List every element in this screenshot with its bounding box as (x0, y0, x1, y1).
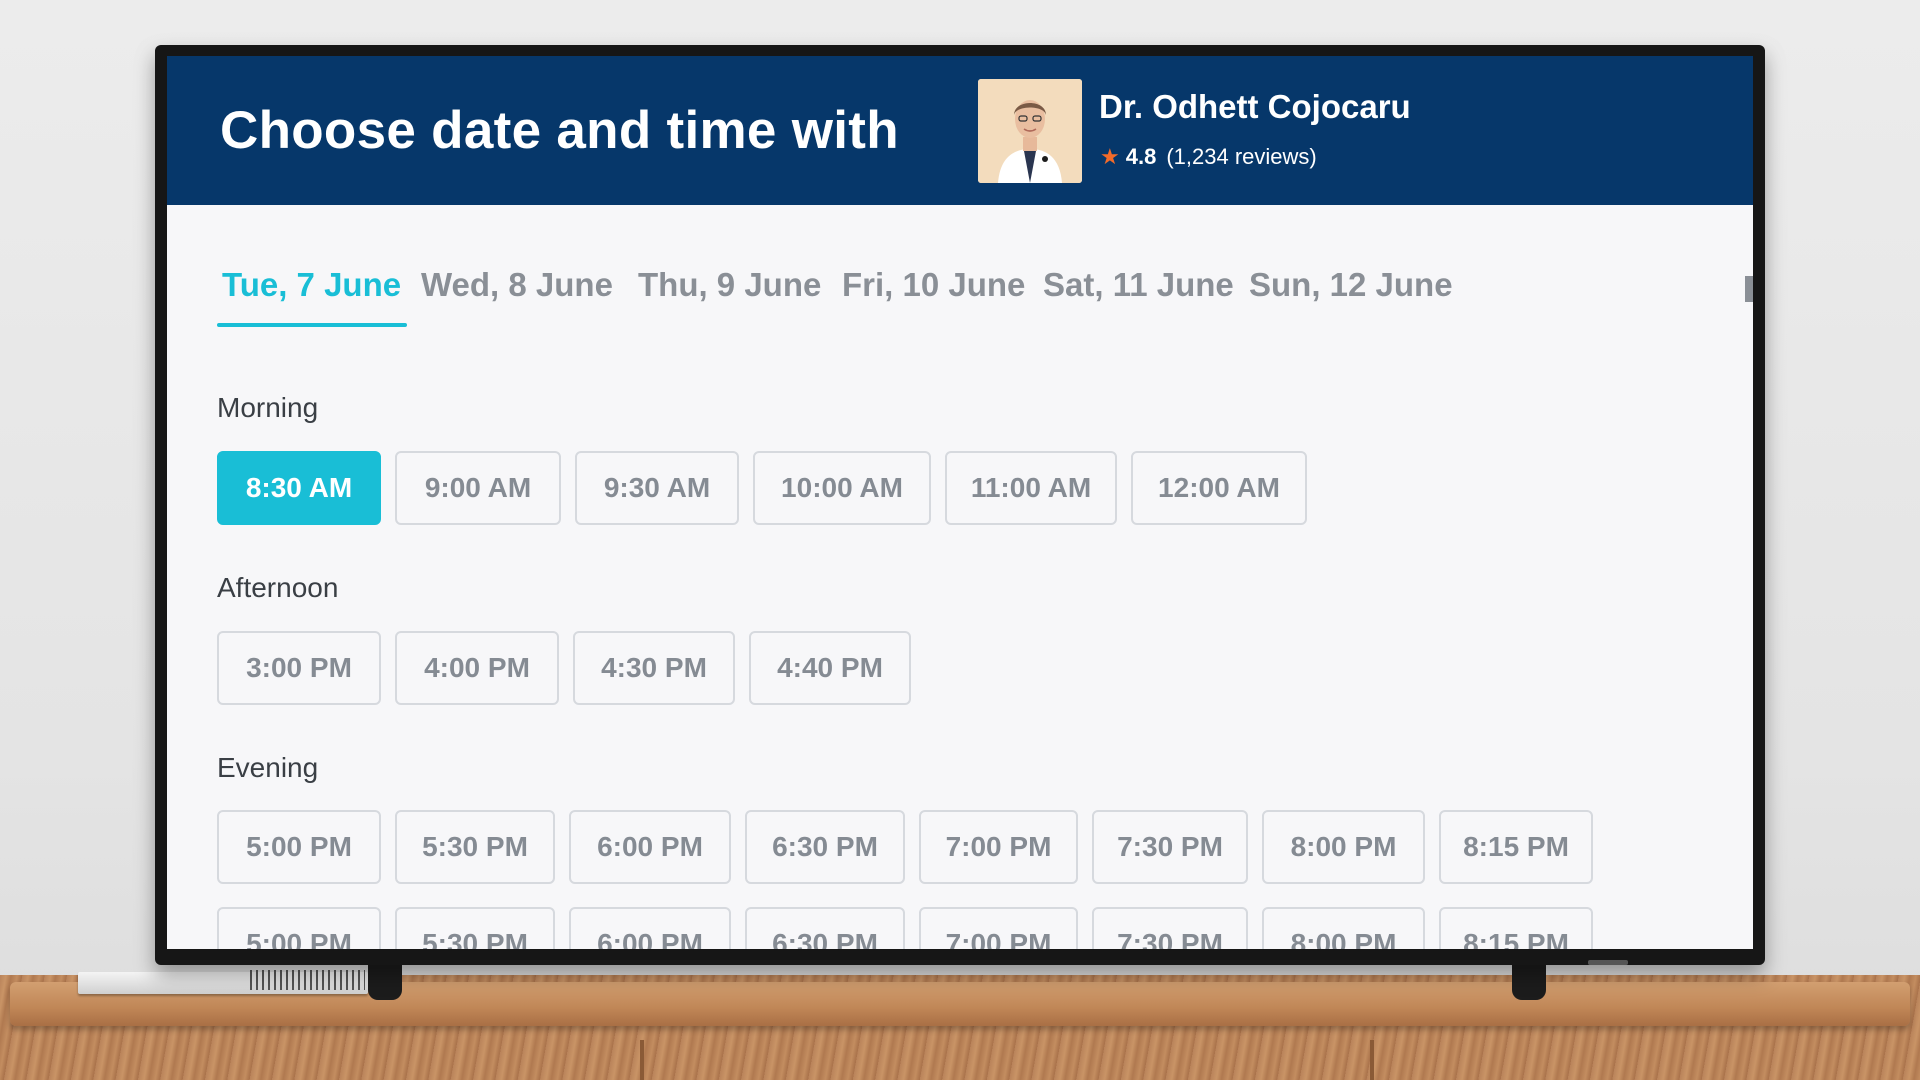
tab-wed-8-june[interactable]: Wed, 8 June (421, 266, 613, 304)
active-tab-indicator (217, 323, 407, 327)
slot-morning-2[interactable]: 9:00 AM (395, 451, 561, 525)
slot-evening-16[interactable]: 8:15 PM (1439, 907, 1593, 949)
doctor-avatar (978, 79, 1082, 183)
review-count: (1,234 reviews) (1166, 144, 1317, 169)
tab-sun-12-june[interactable]: Sun, 12 June (1249, 266, 1453, 304)
afternoon-slots: 3:00 PM 4:00 PM 4:30 PM 4:40 PM (217, 631, 911, 705)
slot-evening-13[interactable]: 7:00 PM (919, 907, 1078, 949)
doctor-rating: ★ 4.8 (1,234 reviews) (1100, 144, 1317, 170)
slot-evening-4[interactable]: 6:30 PM (745, 810, 905, 884)
slot-evening-11[interactable]: 6:00 PM (569, 907, 731, 949)
slot-morning-6[interactable]: 12:00 AM (1131, 451, 1307, 525)
slot-morning-4[interactable]: 10:00 AM (753, 451, 931, 525)
slot-evening-8[interactable]: 8:15 PM (1439, 810, 1593, 884)
slot-evening-14[interactable]: 7:30 PM (1092, 907, 1248, 949)
slot-evening-5[interactable]: 7:00 PM (919, 810, 1078, 884)
tab-fri-10-june[interactable]: Fri, 10 June (842, 266, 1025, 304)
page-title: Choose date and time with (220, 101, 899, 160)
slot-afternoon-2[interactable]: 4:00 PM (395, 631, 559, 705)
slot-evening-2[interactable]: 5:30 PM (395, 810, 555, 884)
slot-evening-7[interactable]: 8:00 PM (1262, 810, 1425, 884)
cabinet-seam (1370, 1040, 1374, 1080)
notebook-spiral (250, 970, 365, 990)
section-morning-label: Morning (217, 392, 319, 423)
slot-afternoon-3[interactable]: 4:30 PM (573, 631, 735, 705)
slot-evening-9[interactable]: 5:00 PM (217, 907, 381, 949)
evening-slots: 5:00 PM 5:30 PM 6:00 PM 6:30 PM 7:00 PM … (217, 810, 1593, 884)
tab-thu-9-june[interactable]: Thu, 9 June (638, 266, 821, 304)
section-afternoon-label: Afternoon (217, 572, 339, 603)
rating-value: 4.8 (1125, 144, 1157, 169)
morning-slots: 8:30 AM 9:00 AM 9:30 AM 10:00 AM 11:00 A… (217, 451, 1307, 525)
tab-tue-7-june[interactable]: Tue, 7 June (222, 266, 401, 304)
tv-brand-mark (1588, 960, 1628, 965)
tab-sat-11-june[interactable]: Sat, 11 June (1043, 266, 1234, 304)
tab-next-partial[interactable] (1745, 276, 1753, 302)
evening-slots-row2: 5:00 PM 5:30 PM 6:00 PM 6:30 PM 7:00 PM … (217, 907, 1593, 949)
slot-afternoon-1[interactable]: 3:00 PM (217, 631, 381, 705)
slot-evening-3[interactable]: 6:00 PM (569, 810, 731, 884)
tv-screen: Choose date and time with Dr. Odhett Coj… (167, 56, 1753, 949)
doctor-portrait-icon (978, 79, 1082, 183)
slot-evening-6[interactable]: 7:30 PM (1092, 810, 1248, 884)
slot-evening-1[interactable]: 5:00 PM (217, 810, 381, 884)
slot-morning-1[interactable]: 8:30 AM (217, 451, 381, 525)
slot-evening-10[interactable]: 5:30 PM (395, 907, 555, 949)
tv-leg-right (1512, 960, 1546, 1000)
star-icon: ★ (1100, 144, 1120, 169)
cabinet-seam (640, 1040, 644, 1080)
doctor-name: Dr. Odhett Cojocaru (1099, 88, 1411, 125)
section-evening-label: Evening (217, 752, 319, 783)
tv-leg-left (368, 960, 402, 1000)
slot-afternoon-4[interactable]: 4:40 PM (749, 631, 911, 705)
slot-morning-5[interactable]: 11:00 AM (945, 451, 1117, 525)
slot-evening-15[interactable]: 8:00 PM (1262, 907, 1425, 949)
slot-morning-3[interactable]: 9:30 AM (575, 451, 739, 525)
app-header: Choose date and time with Dr. Odhett Coj… (167, 56, 1753, 205)
slot-evening-12[interactable]: 6:30 PM (745, 907, 905, 949)
